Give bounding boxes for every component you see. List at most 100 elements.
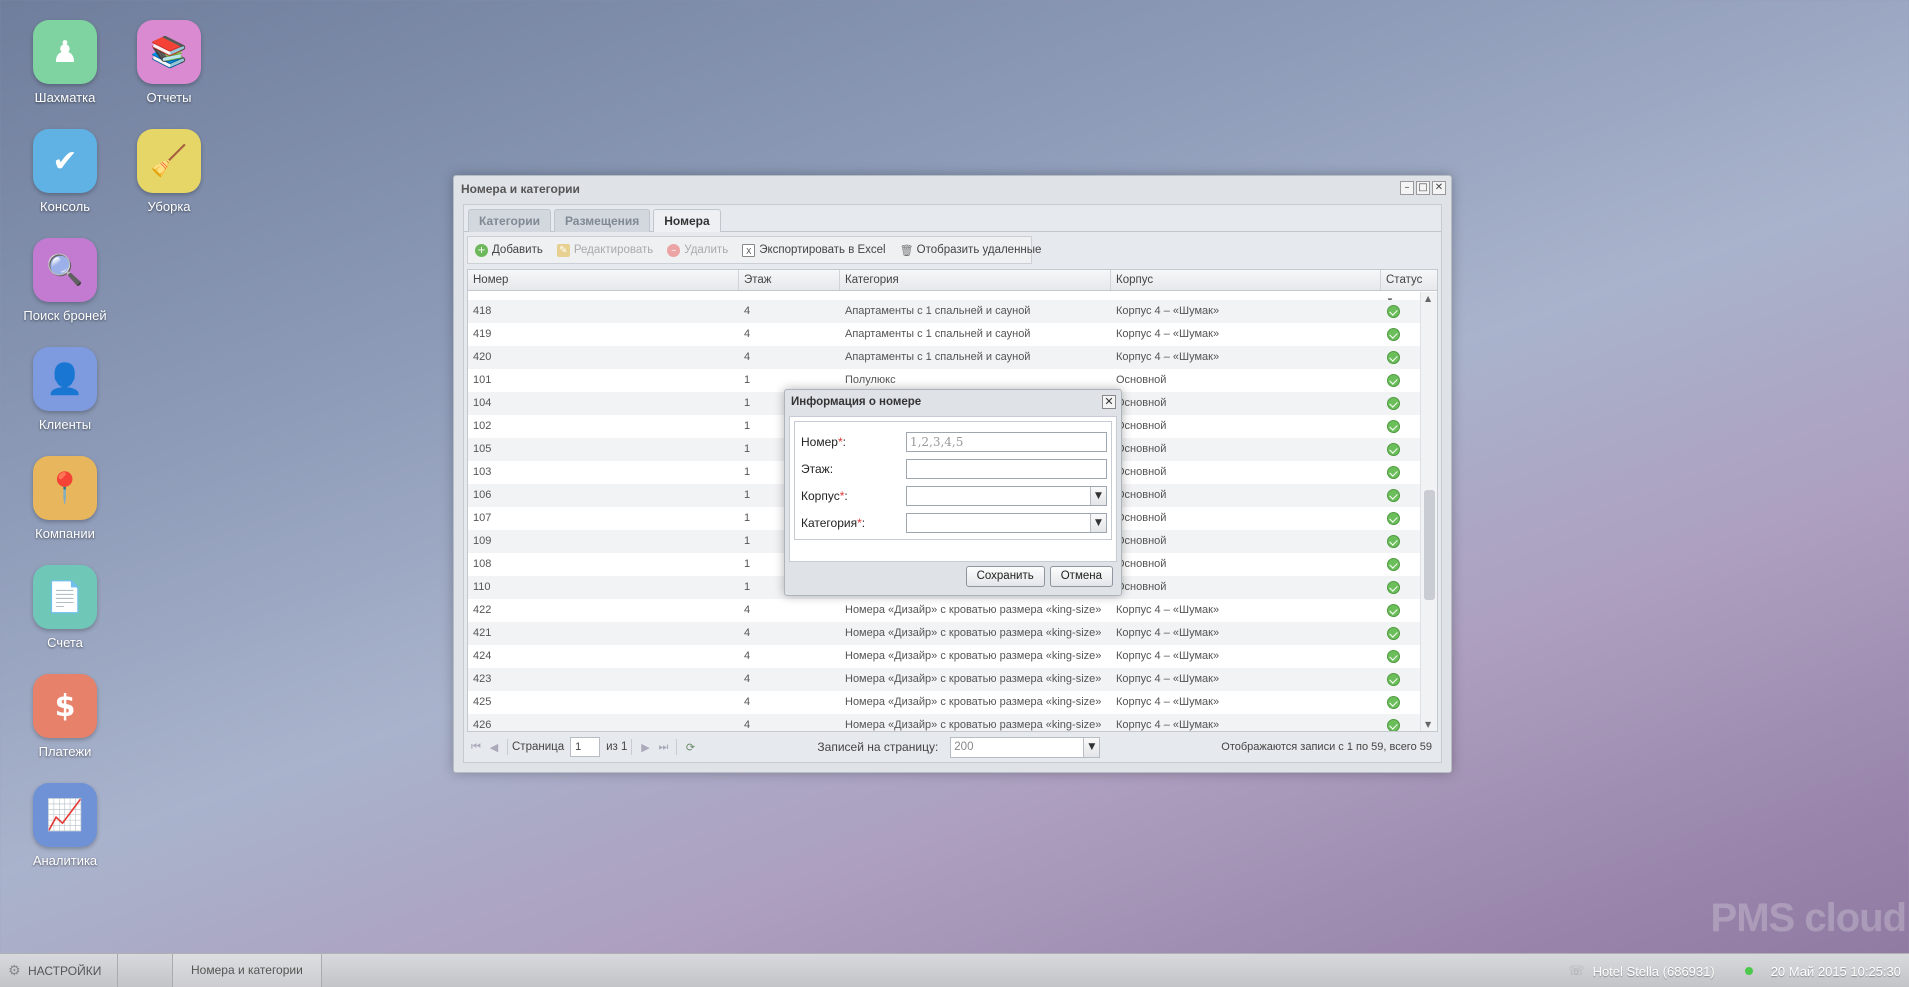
chevron-down-icon[interactable]: ▼ <box>1090 513 1106 532</box>
cell-number: 419 <box>473 328 492 340</box>
maximize-icon[interactable]: □ <box>1416 181 1430 195</box>
number-input[interactable]: 1,2,3,4,5 <box>905 431 1107 452</box>
desktop-icon-search[interactable]: 🔍 Поиск броней <box>10 238 120 323</box>
desktop-icon-invoices[interactable]: 📄 Счета <box>10 565 120 650</box>
desktop-icon-console[interactable]: ✔ Консоль <box>10 129 120 214</box>
tab-strip: Категории Размещения Номера <box>464 205 1441 232</box>
cell-number: 105 <box>473 443 492 455</box>
status-ok-icon <box>1387 558 1400 571</box>
tab-categories[interactable]: Категории <box>468 209 551 232</box>
next-page-icon[interactable]: ▶ <box>636 741 654 754</box>
taskbar-window-button[interactable]: Номера и категории <box>172 953 322 987</box>
refresh-icon[interactable]: ⟳ <box>681 741 699 754</box>
desktop-icon-payments[interactable]: $ Платежи <box>10 674 120 759</box>
desktop-icon-label: Поиск броней <box>23 308 107 323</box>
building-select[interactable]: ▼ <box>905 485 1107 506</box>
column-status[interactable]: Статус ▼ <box>1381 270 1429 305</box>
table-row[interactable]: 419 4 Апартаменты с 1 спальней и сауной Кор… <box>468 323 1420 346</box>
cell-number: 418 <box>473 305 492 317</box>
status-ok-icon <box>1387 627 1400 640</box>
edit-button[interactable]: ✎ Редактировать <box>550 237 660 263</box>
export-excel-button[interactable]: X Экспортировать в Excel <box>735 237 892 263</box>
column-floor[interactable]: Этаж <box>739 270 840 290</box>
desktop-icon-companies[interactable]: 📍 Компании <box>10 456 120 541</box>
cell-floor: 4 <box>744 351 751 363</box>
status-ok-icon <box>1387 351 1400 364</box>
table-row[interactable]: 421 4 Номера «Дизайр» с кроватью размера «… <box>468 622 1420 645</box>
column-number[interactable]: Номер <box>468 270 739 290</box>
trash-icon: 🗑 <box>899 243 914 257</box>
cell-building: Основной <box>1116 397 1167 409</box>
desktop-icon-reports[interactable]: 📚 Отчеты <box>114 20 224 105</box>
cell-building: Основной <box>1116 489 1167 501</box>
cell-number: 103 <box>473 466 492 478</box>
cell-category: Номера «Дизайр» с кроватью размера «king… <box>845 673 1102 685</box>
room-info-dialog: Информация о номере ✕ Номер*: 1,2,3,4,5 … <box>784 389 1122 596</box>
column-building[interactable]: Корпус <box>1111 270 1381 290</box>
last-page-icon[interactable]: ⏭ <box>654 740 672 754</box>
delete-button[interactable]: – Удалить <box>660 237 735 263</box>
first-page-icon[interactable]: ⏮ <box>467 740 485 754</box>
cell-number: 420 <box>473 351 492 363</box>
add-button[interactable]: + Добавить <box>468 237 550 263</box>
table-row[interactable]: 424 4 Номера «Дизайр» с кроватью размера «… <box>468 645 1420 668</box>
desktop-icon-label: Компании <box>35 526 95 541</box>
status-ok-icon <box>1387 604 1400 617</box>
cancel-button[interactable]: Отмена <box>1049 566 1113 587</box>
per-page-select[interactable]: 200 ▼ <box>950 736 1101 758</box>
taskbar: ⚙ НАСТРОЙКИ Номера и категории ☏ Hotel S… <box>0 953 1909 987</box>
delete-label: Удалить <box>684 244 729 256</box>
desktop-icon-cleaning[interactable]: 🧹 Уборка <box>114 129 224 214</box>
cell-number: 425 <box>473 696 492 708</box>
edit-label: Редактировать <box>573 244 654 256</box>
checkmark-icon: ✔ <box>52 143 78 179</box>
gear-icon: ⚙ <box>8 962 21 979</box>
cell-number: 423 <box>473 673 492 685</box>
close-icon[interactable]: ✕ <box>1432 181 1446 195</box>
settings-button[interactable]: ⚙ НАСТРОЙКИ <box>0 953 118 987</box>
show-deleted-button[interactable]: 🗑 Отобразить удаленные <box>893 237 1049 263</box>
tab-rooms[interactable]: Номера <box>653 209 721 232</box>
cell-number: 109 <box>473 535 492 547</box>
desktop-icon-clients[interactable]: 👤 Клиенты <box>10 347 120 432</box>
status-ok-icon <box>1387 420 1400 433</box>
save-button[interactable]: Сохранить <box>965 566 1045 587</box>
prev-page-icon[interactable]: ◀ <box>485 741 503 754</box>
cell-building: Корпус 4 – «Шумак» <box>1116 351 1220 363</box>
cell-number: 422 <box>473 604 492 616</box>
scroll-down-icon[interactable]: ▼ <box>1425 720 1431 729</box>
cell-floor: 4 <box>744 650 751 662</box>
page-number-input[interactable]: 1 <box>570 737 601 757</box>
broom-icon: 🧹 <box>150 143 188 179</box>
grid-scrollbar[interactable]: ▲ ▼ <box>1420 292 1437 731</box>
status-ok-icon <box>1387 443 1400 456</box>
table-row[interactable]: 418 4 Апартаменты с 1 спальней и сауной Кор… <box>468 300 1420 323</box>
column-category[interactable]: Категория <box>840 270 1111 290</box>
form-fieldset: Номер*: 1,2,3,4,5 Этаж: Корпус*: ▼ Катег… <box>794 421 1112 540</box>
cell-building: Основной <box>1116 581 1167 593</box>
cell-category: Номера «Дизайр» с кроватью размера «king… <box>845 719 1102 731</box>
scrollbar-thumb[interactable] <box>1424 490 1435 600</box>
table-row[interactable]: 420 4 Апартаменты с 1 спальней и сауной Кор… <box>468 346 1420 369</box>
table-row[interactable]: 422 4 Номера «Дизайр» с кроватью размера «… <box>468 599 1420 622</box>
table-row[interactable]: 426 4 Номера «Дизайр» с кроватью размера «… <box>468 714 1420 731</box>
category-select[interactable]: ▼ <box>905 512 1107 533</box>
desktop-icon-label: Клиенты <box>38 417 92 432</box>
table-row[interactable]: 423 4 Номера «Дизайр» с кроватью размера «… <box>468 668 1420 691</box>
desktop-icon-analytics[interactable]: 📈 Аналитика <box>10 783 120 868</box>
table-row[interactable]: 425 4 Номера «Дизайр» с кроватью размера «… <box>468 691 1420 714</box>
cell-number: 101 <box>473 374 492 386</box>
chevron-down-icon[interactable]: ▼ <box>1090 486 1106 505</box>
dollar-icon: $ <box>54 688 76 724</box>
chevron-down-icon[interactable]: ▼ <box>1083 737 1100 757</box>
minimize-icon[interactable]: – <box>1400 181 1414 195</box>
status-ok-icon <box>1387 512 1400 525</box>
tab-placements[interactable]: Размещения <box>553 209 651 232</box>
cell-building: Основной <box>1116 558 1167 570</box>
dialog-close-icon[interactable]: ✕ <box>1102 395 1116 409</box>
hotel-name[interactable]: Hotel Stella (686931) <box>1593 964 1715 979</box>
scroll-up-icon[interactable]: ▲ <box>1425 294 1431 303</box>
desktop-icon-shakhmatka[interactable]: ♟ Шахматка <box>10 20 120 105</box>
cell-number: 421 <box>473 627 492 639</box>
floor-input[interactable] <box>905 458 1107 479</box>
